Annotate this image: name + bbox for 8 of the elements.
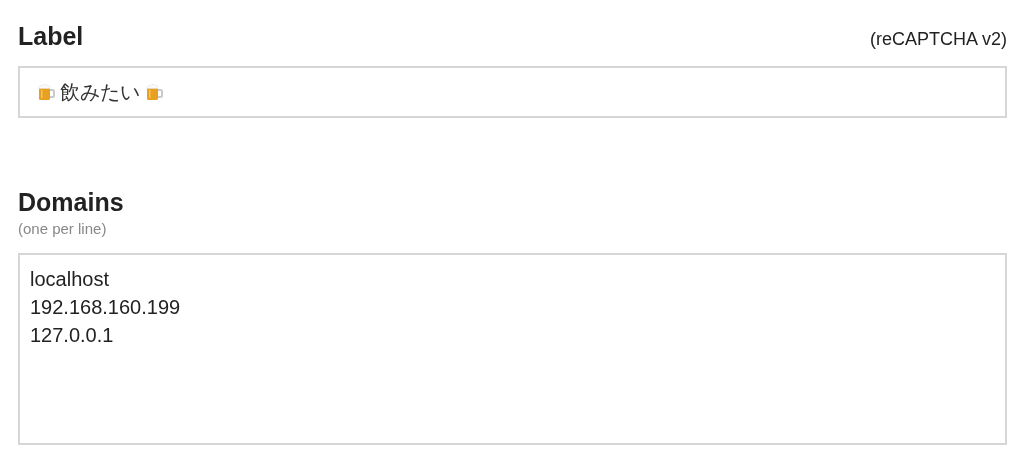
domains-field[interactable]: localhost 192.168.160.199 127.0.0.1 xyxy=(18,253,1007,445)
section-heading: Label xyxy=(18,21,84,52)
beer-mug-icon xyxy=(144,82,164,102)
recaptcha-note: (reCAPTCHA v2) xyxy=(869,29,1007,50)
beer-mug-icon xyxy=(36,82,56,102)
section-heading: Domains xyxy=(18,187,124,218)
field-hint: (one per line) xyxy=(18,220,108,238)
label-field[interactable]: 飲みたい xyxy=(18,66,1007,118)
